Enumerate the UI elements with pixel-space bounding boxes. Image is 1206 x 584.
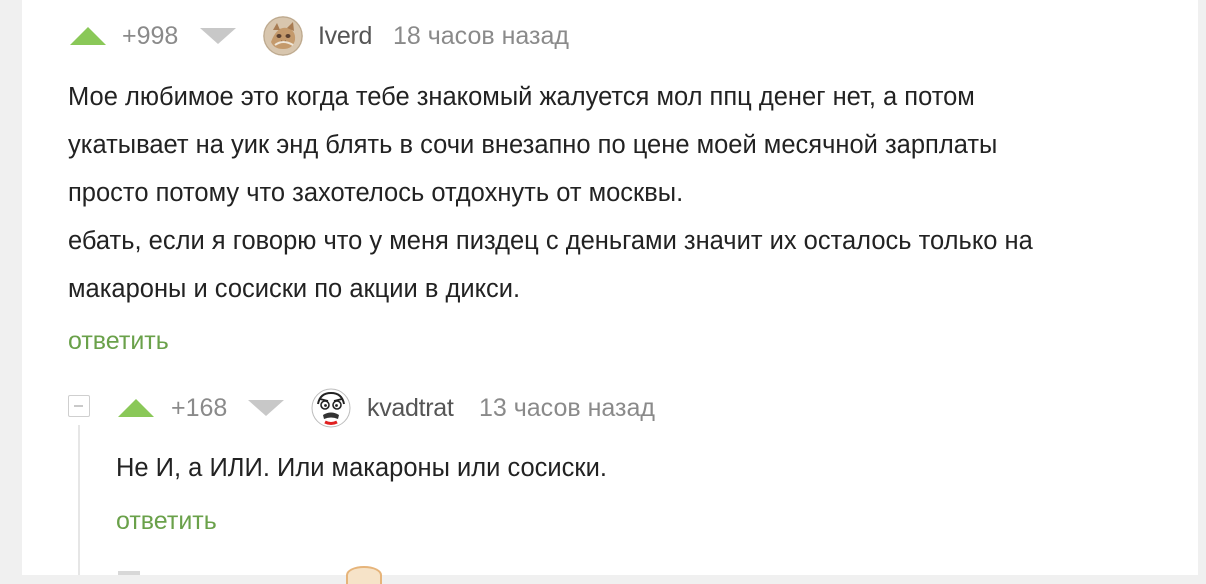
comment-username[interactable]: Iverd — [318, 21, 372, 51]
collapse-thread-button[interactable] — [68, 395, 90, 417]
comment-text-line: укатывает на уик энд блять в сочи внезап… — [68, 131, 998, 159]
comment-text-line: макароны и сосиски по акции в дикси. — [68, 275, 521, 303]
cat-avatar-icon — [263, 16, 303, 56]
comment-rating: +998 — [122, 22, 179, 50]
comment-text-line: Не И, а ИЛИ. Или макароны или сосиски. — [116, 454, 607, 482]
reply-link[interactable]: ответить — [68, 326, 169, 356]
comment-text-line: ебать, если я говорю что у меня пиздец с… — [68, 227, 1033, 255]
reply-link[interactable]: ответить — [116, 506, 217, 536]
upvote-button[interactable] — [118, 399, 154, 417]
comment-body: Не И, а ИЛИ. Или макароны или сосиски. — [116, 444, 607, 492]
comment-username[interactable]: kvadtrat — [367, 393, 454, 423]
comment-text-line: Мое любимое это когда тебе знакомый жалу… — [68, 83, 975, 111]
rage-face-avatar-icon — [311, 388, 351, 428]
next-comment-upvote-partial[interactable] — [118, 571, 140, 575]
comments-panel: +998 Iverd 18 часов назад Мое любимое эт… — [22, 0, 1198, 584]
downvote-button[interactable] — [248, 400, 284, 416]
comment-timestamp: 13 часов назад — [479, 394, 655, 422]
comment-timestamp: 18 часов назад — [393, 22, 569, 50]
comment-rating: +168 — [171, 394, 228, 422]
comment-text-line: просто потому что захотелось отдохнуть о… — [68, 179, 684, 207]
user-avatar-kvadtrat[interactable] — [311, 388, 351, 428]
next-comment-avatar-partial[interactable] — [346, 566, 382, 584]
downvote-button[interactable] — [200, 28, 236, 44]
comment-body: Мое любимое это когда тебе знакомый жалу… — [68, 73, 1033, 313]
user-avatar-iverd[interactable] — [263, 16, 303, 56]
upvote-button[interactable] — [70, 27, 106, 45]
thread-line[interactable] — [78, 425, 80, 575]
